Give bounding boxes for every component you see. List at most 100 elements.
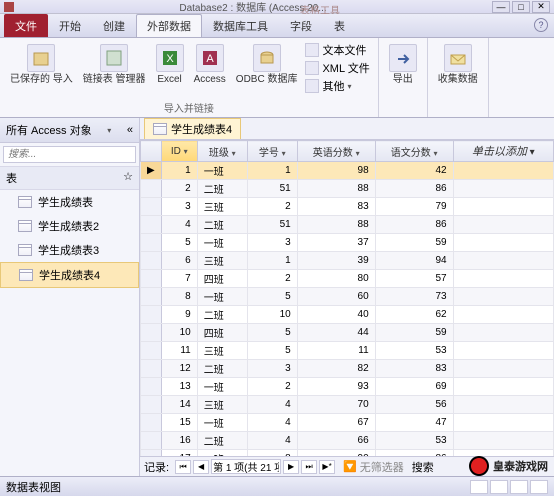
cell[interactable]: 40 bbox=[297, 306, 375, 324]
cell[interactable]: 10 bbox=[247, 306, 297, 324]
help-icon[interactable]: ? bbox=[534, 18, 548, 32]
cell[interactable] bbox=[453, 270, 553, 288]
cell[interactable] bbox=[453, 306, 553, 324]
row-selector[interactable] bbox=[141, 216, 162, 234]
cell[interactable]: 5 bbox=[247, 324, 297, 342]
cell[interactable]: 9 bbox=[161, 306, 197, 324]
cell[interactable]: 三班 bbox=[197, 252, 247, 270]
cell[interactable] bbox=[453, 324, 553, 342]
data-row[interactable]: 6三班13994 bbox=[141, 252, 554, 270]
cell[interactable] bbox=[453, 252, 553, 270]
nav-table-item[interactable]: 学生成绩表3 bbox=[0, 238, 139, 262]
data-row[interactable]: ▶1一班19842 bbox=[141, 162, 554, 180]
row-selector[interactable] bbox=[141, 360, 162, 378]
cell[interactable]: 11 bbox=[297, 342, 375, 360]
other-import-button[interactable]: 其他▾ bbox=[305, 78, 369, 94]
select-all-corner[interactable] bbox=[141, 141, 162, 162]
column-dropdown-icon[interactable]: ▾ bbox=[232, 149, 236, 158]
cell[interactable]: 一班 bbox=[197, 414, 247, 432]
cell[interactable]: 69 bbox=[375, 378, 453, 396]
cell[interactable]: 83 bbox=[297, 198, 375, 216]
cell[interactable] bbox=[453, 216, 553, 234]
row-selector[interactable] bbox=[141, 324, 162, 342]
cell[interactable]: 3 bbox=[247, 234, 297, 252]
cell[interactable]: 59 bbox=[375, 324, 453, 342]
cell[interactable] bbox=[453, 432, 553, 450]
nav-category-tables[interactable]: 表 ☆ bbox=[0, 167, 139, 190]
data-row[interactable]: 5一班33759 bbox=[141, 234, 554, 252]
column-header[interactable]: 班级 ▾ bbox=[197, 141, 247, 162]
data-row[interactable]: 11三班51153 bbox=[141, 342, 554, 360]
cell[interactable] bbox=[453, 162, 553, 180]
column-header[interactable]: 语文分数 ▾ bbox=[375, 141, 453, 162]
record-new-button[interactable]: ▶* bbox=[319, 460, 335, 474]
cell[interactable]: 44 bbox=[297, 324, 375, 342]
data-row[interactable]: 7四班28057 bbox=[141, 270, 554, 288]
cell[interactable]: 67 bbox=[297, 414, 375, 432]
column-header[interactable]: 学号 ▾ bbox=[247, 141, 297, 162]
cell[interactable]: 2 bbox=[247, 378, 297, 396]
row-selector[interactable] bbox=[141, 396, 162, 414]
cell[interactable]: 10 bbox=[161, 324, 197, 342]
cell[interactable]: 47 bbox=[375, 414, 453, 432]
nav-pane-header[interactable]: 所有 Access 对象 ▾ « bbox=[0, 118, 139, 143]
cell[interactable]: 57 bbox=[375, 270, 453, 288]
cell[interactable]: 1 bbox=[247, 252, 297, 270]
odbc-import-button[interactable]: ODBC 数据库 bbox=[234, 42, 300, 87]
tab-file[interactable]: 文件 bbox=[4, 14, 48, 37]
cell[interactable]: 一班 bbox=[197, 162, 247, 180]
datasheet-grid[interactable]: ID ▾班级 ▾学号 ▾英语分数 ▾语文分数 ▾单击以添加 ▾▶1一班19842… bbox=[140, 140, 554, 456]
data-row[interactable]: 10四班54459 bbox=[141, 324, 554, 342]
cell[interactable]: 4 bbox=[161, 216, 197, 234]
cell[interactable] bbox=[453, 360, 553, 378]
cell[interactable] bbox=[453, 396, 553, 414]
column-dropdown-icon[interactable]: ▾ bbox=[434, 149, 438, 158]
pivot-view-button[interactable] bbox=[510, 480, 528, 494]
text-file-import-button[interactable]: 文本文件 bbox=[305, 42, 369, 58]
record-next-button[interactable]: ▶ bbox=[283, 460, 299, 474]
cell[interactable]: 7 bbox=[161, 270, 197, 288]
cell[interactable] bbox=[453, 288, 553, 306]
column-dropdown-icon[interactable]: ▾ bbox=[356, 149, 360, 158]
cell[interactable]: 51 bbox=[247, 180, 297, 198]
cell[interactable]: 70 bbox=[297, 396, 375, 414]
cell[interactable]: 93 bbox=[297, 378, 375, 396]
cell[interactable]: 37 bbox=[297, 234, 375, 252]
cell[interactable]: 5 bbox=[247, 342, 297, 360]
cell[interactable]: 一班 bbox=[197, 234, 247, 252]
cell[interactable]: 5 bbox=[247, 288, 297, 306]
row-selector[interactable] bbox=[141, 342, 162, 360]
cell[interactable]: 1 bbox=[161, 162, 197, 180]
row-selector[interactable] bbox=[141, 414, 162, 432]
cell[interactable]: 83 bbox=[375, 360, 453, 378]
cell[interactable] bbox=[453, 234, 553, 252]
datasheet-view-button[interactable] bbox=[470, 480, 488, 494]
tab-db-tools[interactable]: 数据库工具 bbox=[202, 14, 279, 37]
record-first-button[interactable]: ⏮ bbox=[175, 460, 191, 474]
cell[interactable]: 39 bbox=[297, 252, 375, 270]
cell[interactable]: 2 bbox=[161, 180, 197, 198]
row-selector[interactable] bbox=[141, 288, 162, 306]
tab-external-data[interactable]: 外部数据 bbox=[136, 14, 202, 37]
cell[interactable]: 16 bbox=[161, 432, 197, 450]
row-selector[interactable] bbox=[141, 270, 162, 288]
tab-table[interactable]: 表 bbox=[323, 14, 356, 37]
saved-imports-button[interactable]: 已保存的 导入 bbox=[8, 42, 75, 87]
cell[interactable]: 二班 bbox=[197, 360, 247, 378]
cell[interactable]: 二班 bbox=[197, 306, 247, 324]
object-tab[interactable]: 学生成绩表4 bbox=[144, 118, 241, 139]
cell[interactable]: 60 bbox=[297, 288, 375, 306]
data-row[interactable]: 2二班518886 bbox=[141, 180, 554, 198]
cell[interactable]: 53 bbox=[375, 342, 453, 360]
cell[interactable]: 四班 bbox=[197, 324, 247, 342]
cell[interactable] bbox=[453, 180, 553, 198]
column-dropdown-icon[interactable]: ▾ bbox=[282, 149, 286, 158]
cell[interactable]: 12 bbox=[161, 360, 197, 378]
row-selector[interactable] bbox=[141, 234, 162, 252]
cell[interactable]: 86 bbox=[375, 180, 453, 198]
column-dropdown-icon[interactable]: ▾ bbox=[184, 147, 188, 156]
cell[interactable]: 88 bbox=[297, 180, 375, 198]
cell[interactable]: 一班 bbox=[197, 288, 247, 306]
cell[interactable]: 一班 bbox=[197, 378, 247, 396]
excel-import-button[interactable]: X Excel bbox=[154, 42, 186, 87]
